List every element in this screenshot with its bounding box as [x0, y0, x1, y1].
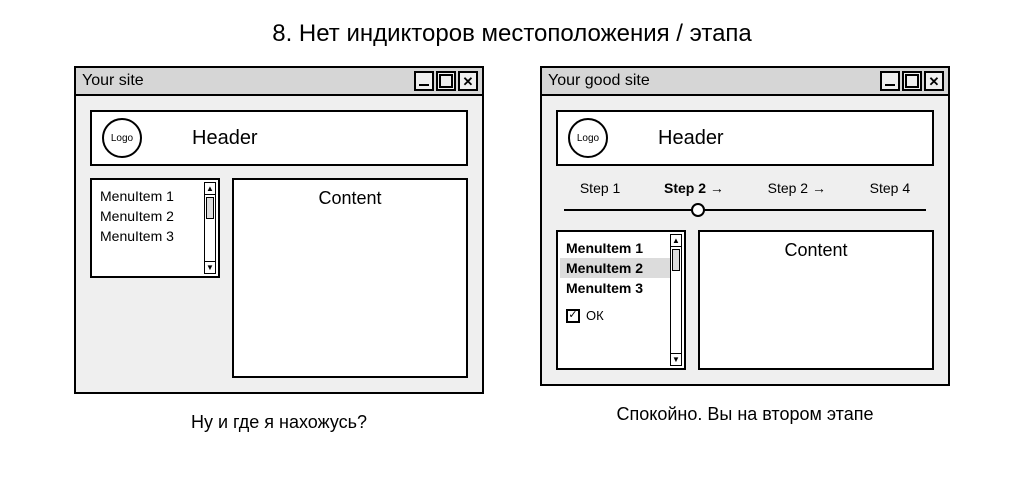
good-window: Your good site Logo Header Step 1 Step 2…	[540, 66, 950, 386]
menu-item[interactable]: MenuItem 1	[100, 186, 200, 206]
step-label[interactable]: Step 1	[580, 180, 620, 196]
bad-window: Your site Logo Header MenuItem 1 MenuIte…	[74, 66, 484, 394]
scroll-track[interactable]	[205, 195, 215, 261]
menu-item[interactable]: MenuItem 2	[100, 206, 200, 226]
track-line	[564, 209, 926, 211]
left-caption: Ну и где я нахожусь?	[191, 412, 367, 433]
header-label: Header	[192, 127, 258, 150]
scroll-thumb[interactable]	[206, 197, 214, 219]
logo: Logo	[102, 118, 142, 158]
window-body: Logo Header MenuItem 1 MenuItem 2 MenuIt…	[76, 96, 482, 392]
site-header: Logo Header	[90, 110, 468, 166]
menu-item[interactable]: MenuItem 3	[566, 278, 666, 298]
menu-item-active[interactable]: MenuItem 2	[560, 258, 682, 278]
right-caption: Спокойно. Вы на втором этапе	[617, 404, 874, 425]
scroll-up-icon[interactable]: ▲	[205, 183, 215, 195]
checkbox-icon[interactable]: ✓	[566, 309, 580, 323]
menu: MenuItem 1 MenuItem 2 MenuItem 3 ✓ ОК ▲ …	[556, 230, 686, 370]
scrollbar[interactable]: ▲ ▼	[204, 182, 216, 274]
menu-item[interactable]: MenuItem 1	[566, 238, 666, 258]
comparison-pair: Your site Logo Header MenuItem 1 MenuIte…	[20, 66, 1004, 433]
scroll-track[interactable]	[671, 247, 681, 353]
content-area: Content	[232, 178, 468, 378]
left-column: Your site Logo Header MenuItem 1 MenuIte…	[74, 66, 484, 433]
scroll-thumb[interactable]	[672, 249, 680, 271]
logo: Logo	[568, 118, 608, 158]
main-row: MenuItem 1 MenuItem 2 MenuItem 3 ✓ ОК ▲ …	[556, 230, 934, 370]
menu: MenuItem 1 MenuItem 2 MenuItem 3 ▲ ▼	[90, 178, 220, 278]
right-column: Your good site Logo Header Step 1 Step 2…	[540, 66, 950, 433]
titlebar: Your site	[76, 68, 482, 96]
minimize-icon[interactable]	[414, 71, 434, 91]
window-body: Logo Header Step 1 Step 2 → Step 2 → Ste…	[542, 96, 948, 384]
close-icon[interactable]	[458, 71, 478, 91]
minimize-icon[interactable]	[880, 71, 900, 91]
maximize-icon[interactable]	[902, 71, 922, 91]
scroll-up-icon[interactable]: ▲	[671, 235, 681, 247]
step-label[interactable]: Step 2 →	[768, 180, 826, 196]
main-row: MenuItem 1 MenuItem 2 MenuItem 3 ▲ ▼ Con…	[90, 178, 468, 378]
window-title: Your good site	[548, 72, 650, 90]
page-title: 8. Нет индикторов местоположения / этапа	[20, 20, 1004, 48]
content-area: Content	[698, 230, 934, 370]
window-controls	[414, 71, 478, 91]
window-controls	[880, 71, 944, 91]
menu-item[interactable]: MenuItem 3	[100, 226, 200, 246]
checkbox-row: ✓ ОК	[566, 308, 666, 323]
step-position-dot[interactable]	[691, 203, 705, 217]
site-header: Logo Header	[556, 110, 934, 166]
checkbox-label: ОК	[586, 308, 604, 323]
step-indicator: Step 1 Step 2 → Step 2 → Step 4	[556, 180, 934, 196]
window-title: Your site	[82, 72, 144, 90]
scroll-down-icon[interactable]: ▼	[205, 261, 215, 273]
step-label-active[interactable]: Step 2 →	[664, 180, 724, 196]
step-track	[564, 202, 926, 218]
scrollbar[interactable]: ▲ ▼	[670, 234, 682, 366]
scroll-down-icon[interactable]: ▼	[671, 353, 681, 365]
titlebar: Your good site	[542, 68, 948, 96]
step-label[interactable]: Step 4	[870, 180, 910, 196]
header-label: Header	[658, 127, 724, 150]
close-icon[interactable]	[924, 71, 944, 91]
maximize-icon[interactable]	[436, 71, 456, 91]
